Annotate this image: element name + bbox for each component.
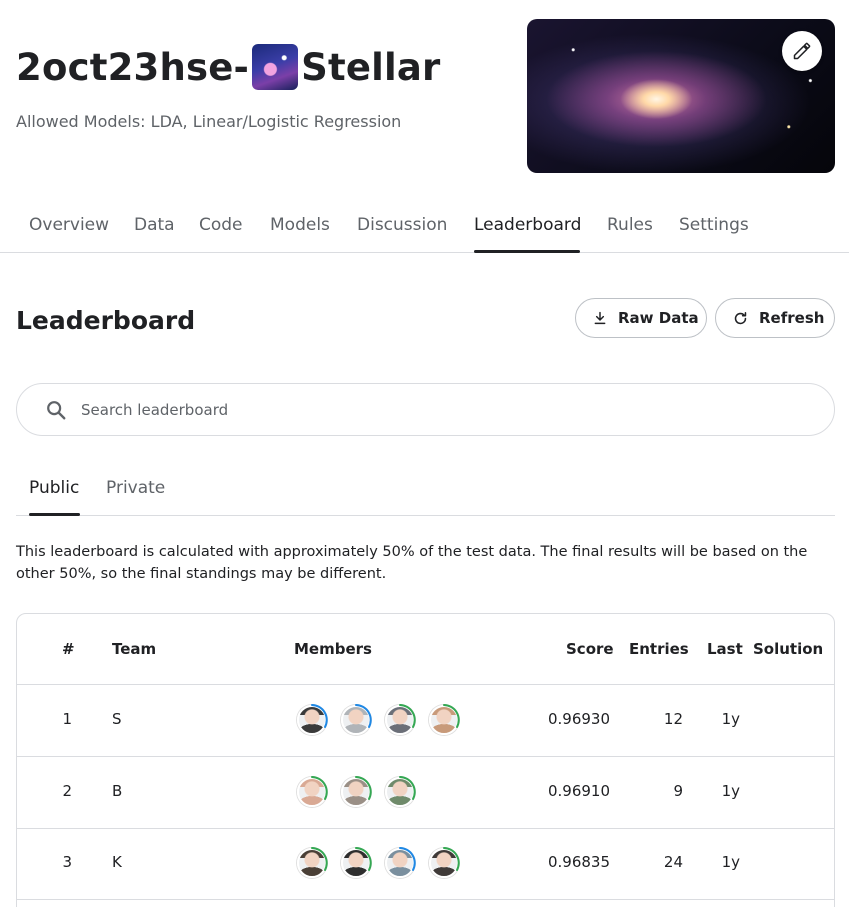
table-header: # Team Members Score Entries Last Soluti…: [17, 614, 834, 685]
tier-ring-icon: [311, 847, 328, 871]
pencil-icon: [793, 42, 811, 60]
tab-rules[interactable]: Rules: [607, 215, 653, 235]
members-list: [295, 703, 471, 737]
tier-ring-icon: [311, 775, 328, 800]
entries-cell: 24: [663, 853, 683, 871]
tab-data[interactable]: Data: [134, 215, 175, 235]
tier-ring-icon: [399, 775, 416, 800]
last-cell: 1y: [721, 710, 740, 728]
member-avatar[interactable]: [295, 775, 329, 809]
table-row: 3 K 0.96835 24 1y: [17, 828, 834, 900]
tab-settings[interactable]: Settings: [679, 215, 749, 235]
rank-cell: 3: [62, 853, 72, 871]
competition-subtitle: Allowed Models: LDA, Linear/Logistic Reg…: [16, 112, 402, 131]
tab-models[interactable]: Models: [270, 215, 330, 235]
col-score[interactable]: Score: [566, 640, 614, 658]
table-row: 1 S 0.96930 12 1y: [17, 685, 834, 757]
galaxy-emoji-icon: [252, 44, 299, 90]
tier-ring-icon: [355, 704, 372, 728]
leaderboard-title: Leaderboard: [16, 306, 196, 335]
member-avatar[interactable]: [295, 703, 329, 737]
team-name[interactable]: B: [112, 782, 122, 800]
team-name[interactable]: K: [112, 853, 122, 871]
active-subtab-indicator: [29, 513, 80, 516]
member-avatar[interactable]: [339, 775, 373, 809]
member-avatar[interactable]: [383, 703, 417, 737]
competition-tabs: Overview Data Code Models Discussion Lea…: [0, 210, 849, 253]
title-suffix: Stellar: [301, 45, 441, 89]
download-icon: [594, 311, 606, 325]
col-members: Members: [294, 640, 372, 658]
table-row: 2 B 0.96910 9 1y: [17, 757, 834, 829]
members-list: [295, 846, 471, 880]
title-prefix: 2oct23hse-: [16, 45, 250, 89]
tier-ring-icon: [399, 704, 416, 728]
edit-banner-button[interactable]: [782, 31, 822, 71]
members-list: [295, 775, 427, 809]
last-cell: 1y: [721, 781, 740, 800]
active-tab-indicator: [474, 250, 580, 253]
score-cell: 0.96910: [547, 781, 610, 800]
raw-data-label: Raw Data: [618, 309, 699, 327]
entries-cell: 9: [673, 781, 683, 800]
refresh-icon: [734, 311, 747, 324]
tab-private[interactable]: Private: [106, 478, 165, 498]
col-entries[interactable]: Entries: [629, 640, 689, 658]
search-input[interactable]: [81, 400, 781, 419]
rank-cell: 2: [62, 781, 72, 800]
col-last[interactable]: Last: [707, 640, 743, 658]
entries-cell: 12: [663, 710, 683, 728]
tier-ring-icon: [355, 775, 372, 800]
col-rank[interactable]: #: [62, 640, 75, 658]
rank-cell: 1: [62, 710, 72, 728]
tab-overview[interactable]: Overview: [29, 215, 109, 235]
score-cell: 0.96835: [547, 853, 610, 871]
raw-data-button[interactable]: Raw Data: [575, 298, 707, 338]
search-icon: [47, 400, 66, 419]
tab-discussion[interactable]: Discussion: [357, 215, 447, 235]
score-cell: 0.96930: [547, 710, 610, 728]
member-avatar[interactable]: [427, 846, 461, 880]
member-avatar[interactable]: [427, 703, 461, 737]
member-avatar[interactable]: [383, 846, 417, 880]
member-avatar[interactable]: [339, 703, 373, 737]
last-cell: 1y: [721, 853, 740, 871]
member-avatar[interactable]: [295, 846, 329, 880]
competition-title: 2oct23hse- Stellar: [16, 44, 441, 90]
leaderboard-table: # Team Members Score Entries Last Soluti…: [16, 613, 835, 907]
tier-ring-icon: [443, 847, 460, 871]
refresh-button[interactable]: Refresh: [715, 298, 835, 338]
member-avatar[interactable]: [339, 846, 373, 880]
tier-ring-icon: [399, 847, 416, 871]
col-team[interactable]: Team: [112, 640, 156, 658]
team-name[interactable]: S: [112, 710, 122, 728]
tab-code[interactable]: Code: [199, 215, 243, 235]
refresh-label: Refresh: [759, 309, 825, 327]
col-solution: Solution: [753, 640, 824, 658]
leaderboard-subtabs: Public Private: [16, 470, 835, 516]
member-avatar[interactable]: [383, 775, 417, 809]
tier-ring-icon: [443, 704, 460, 728]
tab-public[interactable]: Public: [29, 478, 79, 498]
tier-ring-icon: [355, 847, 372, 871]
tab-leaderboard[interactable]: Leaderboard: [474, 215, 581, 235]
leaderboard-search[interactable]: [16, 383, 835, 436]
leaderboard-notice: This leaderboard is calculated with appr…: [16, 544, 808, 582]
tier-ring-icon: [311, 704, 328, 728]
